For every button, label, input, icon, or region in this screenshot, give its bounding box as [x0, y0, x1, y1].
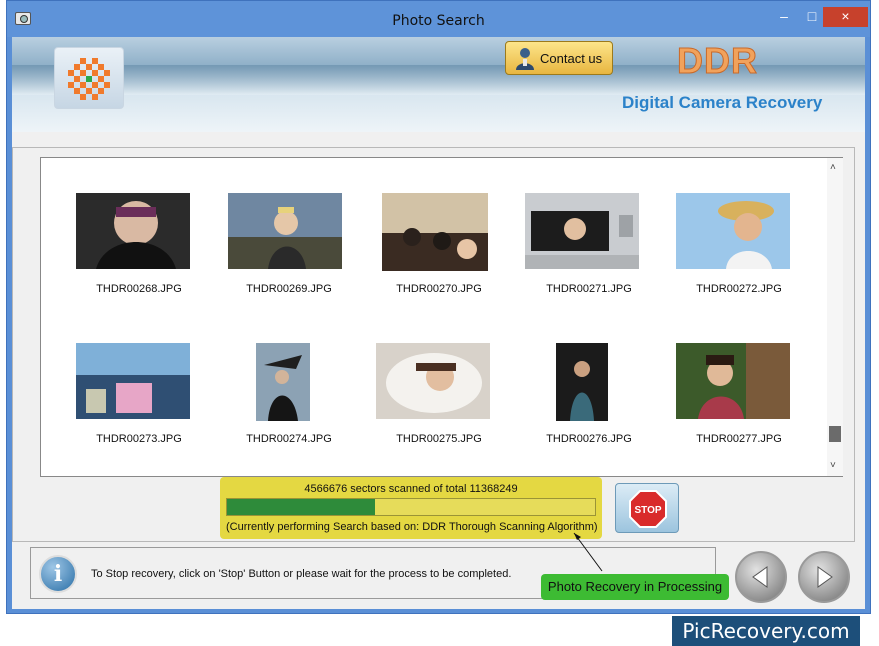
app-window: Photo Search – □ × Contact us DDR Digita…	[6, 0, 871, 614]
photo-thumbnail[interactable]: THDR00277.JPG	[669, 343, 809, 453]
stop-sign-icon: STOP	[629, 490, 667, 528]
photo-image	[556, 343, 608, 421]
watermark: PicRecovery.com	[672, 616, 860, 646]
photo-image	[376, 343, 490, 419]
contact-us-button[interactable]: Contact us	[505, 41, 613, 75]
scroll-up-arrow-icon[interactable]: ˄	[830, 162, 836, 173]
brand-logo-text: DDR	[677, 40, 758, 82]
photo-image	[256, 343, 310, 421]
contact-us-label: Contact us	[540, 51, 603, 66]
photo-filename: THDR00269.JPG	[246, 283, 332, 295]
progress-bar	[226, 498, 596, 516]
photo-filename: THDR00268.JPG	[96, 283, 182, 295]
photo-filename: THDR00270.JPG	[396, 283, 482, 295]
photo-filename: THDR00272.JPG	[696, 283, 782, 295]
person-icon	[516, 48, 534, 70]
algorithm-text: (Currently performing Search based on: D…	[226, 521, 598, 533]
photo-thumbnail[interactable]: THDR00275.JPG	[369, 343, 509, 453]
photo-thumbnail[interactable]: THDR00269.JPG	[219, 193, 359, 303]
photo-thumbnail[interactable]: THDR00268.JPG	[69, 193, 209, 303]
arrow-right-icon	[817, 566, 833, 588]
status-message: To Stop recovery, click on 'Stop' Button…	[91, 568, 512, 580]
next-button[interactable]	[798, 551, 850, 603]
minimize-button[interactable]: –	[771, 7, 797, 27]
photo-filename: THDR00273.JPG	[96, 433, 182, 445]
checker-logo-icon	[68, 58, 110, 100]
photo-image	[676, 193, 790, 269]
stop-button[interactable]: STOP	[615, 483, 679, 533]
app-logo	[54, 47, 124, 109]
scroll-down-arrow-icon[interactable]: ˅	[830, 460, 836, 471]
info-icon[interactable]: i	[39, 555, 77, 593]
sectors-scanned-text: 4566676 sectors scanned of total 1136824…	[304, 483, 518, 495]
progress-fill	[227, 499, 375, 515]
photo-image	[676, 343, 790, 419]
close-button[interactable]: ×	[823, 7, 868, 27]
photo-image	[228, 193, 342, 269]
photo-filename: THDR00277.JPG	[696, 433, 782, 445]
photo-gallery: THDR00268.JPG THDR00269.JPG THDR00270.JP…	[40, 157, 843, 477]
photo-thumbnail[interactable]: THDR00276.JPG	[519, 343, 659, 453]
arrow-left-icon	[752, 566, 768, 588]
product-name: Digital Camera Recovery	[622, 93, 823, 112]
window-title: Photo Search	[392, 13, 485, 29]
photo-image	[76, 193, 190, 269]
progress-panel: 4566676 sectors scanned of total 1136824…	[220, 477, 602, 539]
photo-filename: THDR00274.JPG	[246, 433, 332, 445]
photo-thumbnail[interactable]: THDR00273.JPG	[69, 343, 209, 453]
photo-thumbnail[interactable]: THDR00272.JPG	[669, 193, 809, 303]
header-banner: Contact us DDR Digital Camera Recovery	[12, 37, 865, 132]
maximize-button[interactable]: □	[799, 7, 825, 27]
photo-thumbnail[interactable]: THDR00270.JPG	[369, 193, 509, 303]
back-button[interactable]	[735, 551, 787, 603]
processing-status-badge: Photo Recovery in Processing	[541, 574, 729, 600]
pointer-arrow-icon	[573, 532, 603, 572]
photo-filename: THDR00276.JPG	[546, 433, 632, 445]
title-bar: Photo Search – □ ×	[7, 1, 870, 37]
photo-thumbnail[interactable]: THDR00274.JPG	[219, 343, 359, 453]
photo-image	[382, 193, 488, 271]
stop-sign-label: STOP	[634, 505, 661, 516]
client-area: Contact us DDR Digital Camera Recovery T…	[12, 37, 865, 609]
photo-thumbnail[interactable]: THDR00271.JPG	[519, 193, 659, 303]
gallery-scrollbar[interactable]: ˄ ˅	[827, 158, 843, 476]
photo-filename: THDR00271.JPG	[546, 283, 632, 295]
photo-image	[525, 193, 639, 269]
scroll-thumb[interactable]	[829, 426, 841, 442]
photo-image	[76, 343, 190, 419]
photo-filename: THDR00275.JPG	[396, 433, 482, 445]
